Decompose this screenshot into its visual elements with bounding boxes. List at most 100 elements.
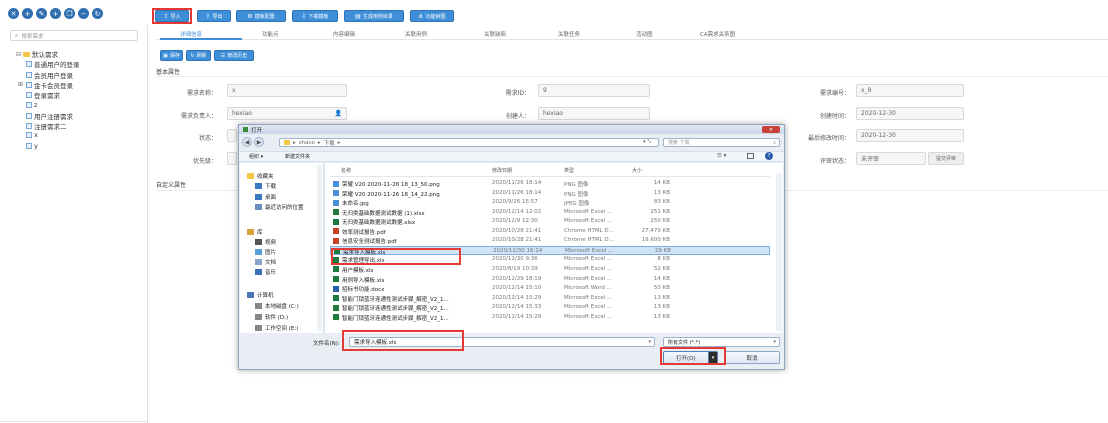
tree-item[interactable]: 用户注册需求 xyxy=(26,111,73,121)
view-options-icon[interactable]: ☰ ▾ xyxy=(717,153,726,159)
delete-circle-icon[interactable]: − xyxy=(78,8,89,19)
file-row[interactable]: 荣耀 V20 2020-11-26 18_14_22.png 2020/11/26… xyxy=(330,189,770,198)
address-bar[interactable]: ▸ shaco ▸ 下载 ▸ xyxy=(279,138,659,147)
preview-pane-icon[interactable] xyxy=(747,153,754,159)
collapse-toggle-icon[interactable]: ⊟ xyxy=(16,51,21,58)
tree-item[interactable]: 会员用户登录 xyxy=(26,70,73,80)
file-row[interactable]: 用例导入模板.xls 2020/12/29 18:19 Microsoft Exce… xyxy=(330,275,770,284)
toolbar-button-6[interactable]: ⋔ 功能树图 xyxy=(410,10,454,22)
tree-item[interactable]: 注册需求二 xyxy=(26,121,67,131)
nav-item[interactable]: 音乐 xyxy=(255,268,276,276)
tree-item[interactable]: y xyxy=(26,142,38,150)
tab-3[interactable]: 内容编辑 xyxy=(333,30,355,38)
file-row[interactable]: 效率测试报告.pdf 2020/10/28 21:41 Chrome HTML D.… xyxy=(330,227,770,236)
tab-2[interactable]: 功能点 xyxy=(262,30,279,38)
file-row[interactable]: 信息安全测试报告.pdf 2020/10/28 21:41 Chrome HTML … xyxy=(330,236,770,245)
new-folder-button[interactable]: 新建文件夹 xyxy=(285,153,310,160)
refresh-button[interactable]: ↻ 刷新 xyxy=(186,50,211,61)
owner-field[interactable]: hexiao 👤 xyxy=(227,107,347,120)
tab-7[interactable]: 活动图 xyxy=(636,30,653,38)
column-header[interactable]: 类型 xyxy=(564,167,574,174)
nav-item[interactable]: 最近访问的位置 xyxy=(255,203,304,211)
toolbar-button-4[interactable]: ⇩ 下载模板 xyxy=(292,10,338,22)
column-header[interactable]: 修改日期 xyxy=(492,167,512,174)
nav-item[interactable]: 视频 xyxy=(255,238,276,246)
nav-item[interactable]: 软件 (D:) xyxy=(255,313,288,321)
file-row[interactable]: 用户模板.xls 2020/8/19 10:39 Microsoft Excel .… xyxy=(330,265,770,274)
dialog-search-input[interactable]: 搜索 下载 ⌕ xyxy=(663,138,780,147)
back-button[interactable]: ◀ xyxy=(242,137,252,147)
dialog-close-button[interactable]: ✕ xyxy=(762,126,780,133)
tree-item[interactable]: ⊞ 金卡会员登录 xyxy=(18,80,73,90)
toolbar-button-3[interactable]: ⚙ 模板配置 xyxy=(236,10,286,22)
modified-field[interactable]: 2020-12-30 xyxy=(856,129,964,142)
chevron-down-icon[interactable]: ▾ xyxy=(708,352,717,363)
copy-circle-icon[interactable]: ❐ xyxy=(64,8,75,19)
organize-button[interactable]: 组织 ▾ xyxy=(249,153,263,160)
id-field[interactable]: 9 xyxy=(538,84,650,97)
file-row[interactable]: 需求导入模板.xls 2020/12/30 16:14 Microsoft Exce… xyxy=(330,245,770,256)
nav-item[interactable]: 本地磁盘 (C:) xyxy=(255,302,299,310)
add-child-circle-icon[interactable]: + xyxy=(50,8,61,19)
review-button[interactable]: 提交评审 xyxy=(928,152,964,165)
add-circle-icon[interactable]: + xyxy=(22,8,33,19)
edit-circle-icon[interactable]: ✎ xyxy=(36,8,47,19)
tree-item[interactable]: 登录需求 xyxy=(26,90,60,100)
path-segment-downloads[interactable]: 下载 xyxy=(324,139,335,147)
file-row[interactable]: 智能门锁蓝牙连通性测试步骤_解密_V2_1... 2020/12/14 15:29… xyxy=(330,294,770,303)
review-field[interactable]: 未评审 xyxy=(856,152,926,165)
file-row[interactable]: 未命名.jpg 2020/9/26 15:57 JPEG 图像 83 KB xyxy=(330,198,770,207)
tab-5[interactable]: 关联缺陷 xyxy=(484,30,506,38)
file-row[interactable]: 无归类基础数据测试数据.xlsx 2020/12/9 12:30 Microsoft… xyxy=(330,217,770,226)
nav-item[interactable]: 计算机 xyxy=(247,291,274,299)
toolbar-button-2[interactable]: ⇪ 导出 xyxy=(197,10,231,22)
tab-1[interactable]: 详细信息 xyxy=(180,30,202,38)
file-row[interactable]: 荣耀 V20 2020-11-26 18_13_50.png 2020/11/26… xyxy=(330,179,770,188)
file-row[interactable]: 招标书功能.docx 2020/12/14 15:10 Microsoft Word… xyxy=(330,284,770,293)
cancel-button[interactable]: 取消 xyxy=(724,351,780,364)
save-button[interactable]: ▣ 保存 xyxy=(160,50,183,61)
help-icon[interactable]: ? xyxy=(765,152,773,160)
toolbar-button-5[interactable]: ▤ 生成用例目录 xyxy=(344,10,404,22)
file-list-scrollbar[interactable] xyxy=(776,173,782,331)
priority-field[interactable] xyxy=(227,152,237,165)
name-field[interactable]: x xyxy=(227,84,347,97)
file-row[interactable]: 需求管理导出.xls 2020/12/30 9:36 Microsoft Excel… xyxy=(330,255,770,264)
sidebar-search-input[interactable]: ⌕ 搜索需求 xyxy=(10,30,138,41)
tab-6[interactable]: 关联任务 xyxy=(558,30,580,38)
created-field[interactable]: 2020-12-30 xyxy=(856,107,964,120)
user-picker-icon[interactable]: 👤 xyxy=(335,110,342,117)
nav-item[interactable]: 文档 xyxy=(255,258,276,266)
toolbar-button-1[interactable]: ⇪ 导入 xyxy=(155,10,189,22)
history-button[interactable]: ☰ 修改历史 xyxy=(214,50,254,61)
nav-item[interactable]: 工作空间 (E:) xyxy=(255,324,298,332)
tree-item[interactable]: x xyxy=(26,131,38,139)
close-circle-icon[interactable]: ✕ xyxy=(8,8,19,19)
filetype-select[interactable]: 所有文件 (*.*) ▾ xyxy=(663,337,780,347)
tab-8[interactable]: CA需求关系图 xyxy=(700,30,735,38)
file-row[interactable]: 无归类基础数据测试数据 (1).xlsx 2020/12/14 12:02 Micr… xyxy=(330,208,770,217)
file-row[interactable]: 智能门锁蓝牙连通性测试步骤_解密_V2_1... 2020/12/14 15:33… xyxy=(330,303,770,312)
file-row[interactable]: 智能门锁蓝牙连通性测试步骤_解密_V2_1... 2020/12/14 15:29… xyxy=(330,313,770,322)
tree-item[interactable]: ⊟ 默认需求 xyxy=(16,49,58,60)
expand-toggle-icon[interactable]: ⊞ xyxy=(18,81,23,88)
column-header[interactable]: 名称 xyxy=(341,167,351,174)
nav-item[interactable]: 库 xyxy=(247,228,263,236)
nav-item[interactable]: 收藏夹 xyxy=(247,172,274,180)
nav-scrollbar[interactable] xyxy=(317,165,322,331)
path-segment-user[interactable]: shaco xyxy=(299,140,315,146)
nav-item[interactable]: 下载 xyxy=(255,182,276,190)
filename-input[interactable]: 需求导入模板.xls ▾ xyxy=(349,337,655,347)
open-button[interactable]: 打开(O) ▾ xyxy=(663,351,718,364)
tab-4[interactable]: 关联用例 xyxy=(405,30,427,38)
address-dropdown[interactable]: ▾ ⁴₄ xyxy=(643,139,651,145)
column-header[interactable]: 大小 xyxy=(632,167,642,174)
code-field[interactable]: x_9 xyxy=(856,84,964,97)
refresh-circle-icon[interactable]: ↻ xyxy=(92,8,103,19)
tree-item[interactable]: z xyxy=(26,101,37,109)
creator-field[interactable]: hexiao xyxy=(538,107,650,120)
forward-button[interactable]: ▶ xyxy=(254,137,264,147)
nav-item[interactable]: 图片 xyxy=(255,248,276,256)
tree-item[interactable]: 普通用户的登录 xyxy=(26,59,80,69)
nav-item[interactable]: 桌面 xyxy=(255,193,276,201)
